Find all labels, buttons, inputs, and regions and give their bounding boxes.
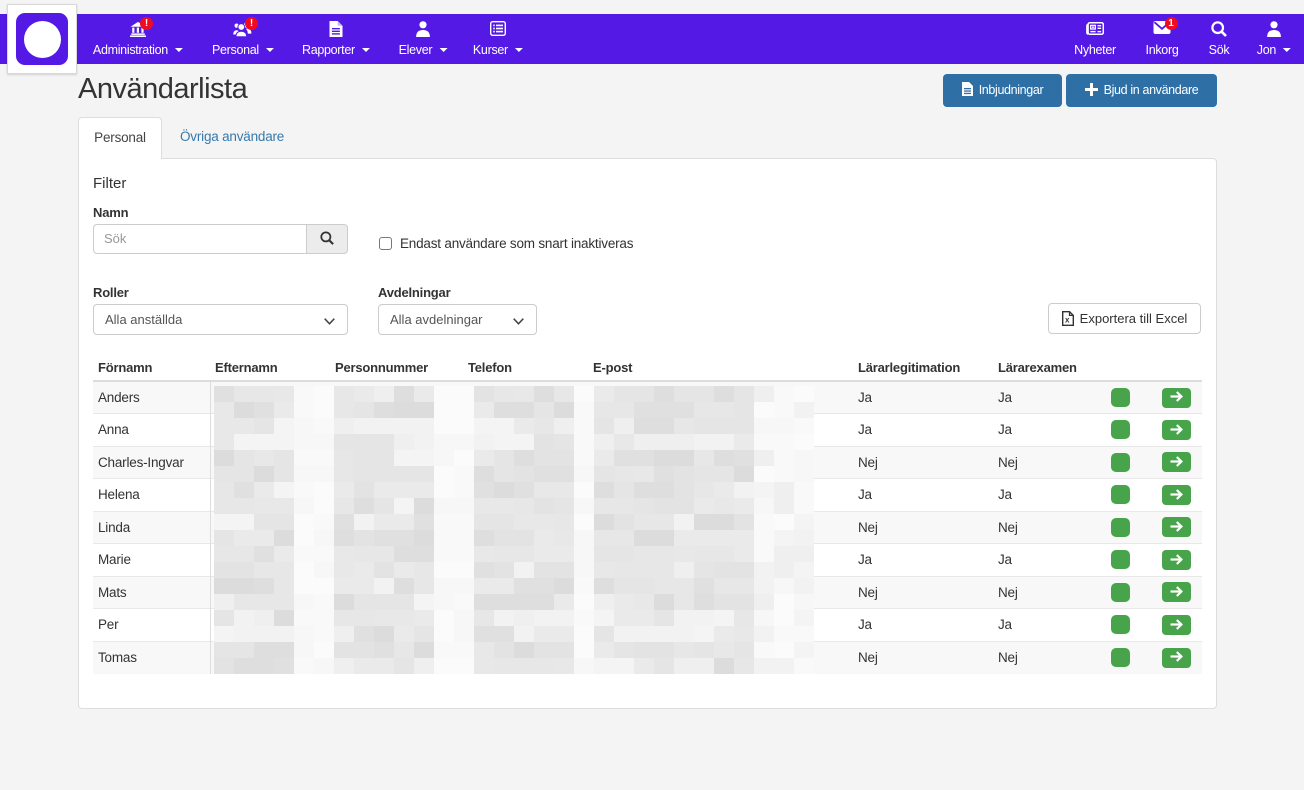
svg-text:x: x <box>1065 316 1070 325</box>
